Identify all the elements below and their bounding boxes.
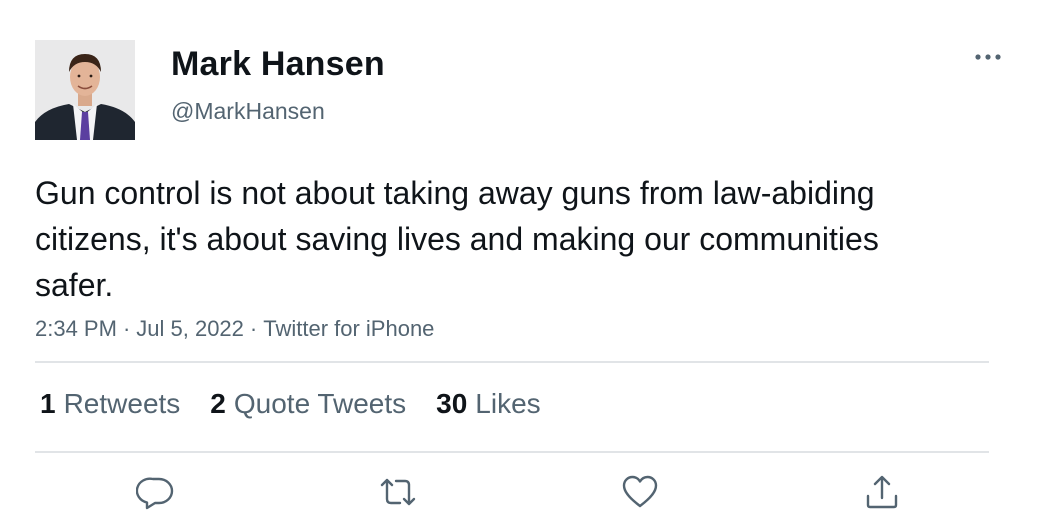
tweet-stats: 1 Retweets 2 Quote Tweets 30 Likes xyxy=(40,386,571,422)
retweets-stat[interactable]: 1 Retweets xyxy=(40,386,180,422)
likes-label: Likes xyxy=(475,388,541,419)
reply-button[interactable] xyxy=(135,472,176,512)
retweet-icon xyxy=(380,478,416,506)
tweet-date[interactable]: Jul 5, 2022 xyxy=(136,316,244,341)
more-options-button[interactable] xyxy=(968,44,1008,70)
meta-separator: · xyxy=(122,316,131,341)
avatar-image xyxy=(35,40,135,140)
divider xyxy=(35,451,989,453)
retweets-count: 1 xyxy=(40,388,56,419)
quote-tweets-count: 2 xyxy=(210,388,226,419)
tweet-text: Gun control is not about taking away gun… xyxy=(35,175,879,303)
tweet-meta: 2:34 PM · Jul 5, 2022 · Twitter for iPhone xyxy=(35,314,434,344)
retweet-button[interactable] xyxy=(378,472,418,512)
quote-tweets-label: Quote Tweets xyxy=(233,388,407,419)
likes-count: 30 xyxy=(436,388,468,419)
author-display-name[interactable]: Mark Hansen xyxy=(171,44,385,84)
like-button[interactable] xyxy=(620,472,660,512)
tweet-source[interactable]: Twitter for iPhone xyxy=(263,316,434,341)
quote-tweets-stat[interactable]: 2 Quote Tweets xyxy=(210,386,406,422)
avatar[interactable] xyxy=(35,40,135,140)
share-icon xyxy=(866,475,898,509)
meta-separator: · xyxy=(249,316,258,341)
divider xyxy=(35,361,989,363)
share-button[interactable] xyxy=(862,472,902,512)
reply-icon xyxy=(135,477,174,510)
author-handle[interactable]: @MarkHansen xyxy=(171,96,325,126)
tweet-card: Mark Hansen @MarkHansen Gun control is n… xyxy=(0,0,1050,525)
more-options-icon xyxy=(975,54,1001,60)
like-icon xyxy=(622,475,658,508)
likes-stat[interactable]: 30 Likes xyxy=(436,386,541,422)
retweets-label: Retweets xyxy=(63,388,181,419)
tweet-time[interactable]: 2:34 PM xyxy=(35,316,117,341)
